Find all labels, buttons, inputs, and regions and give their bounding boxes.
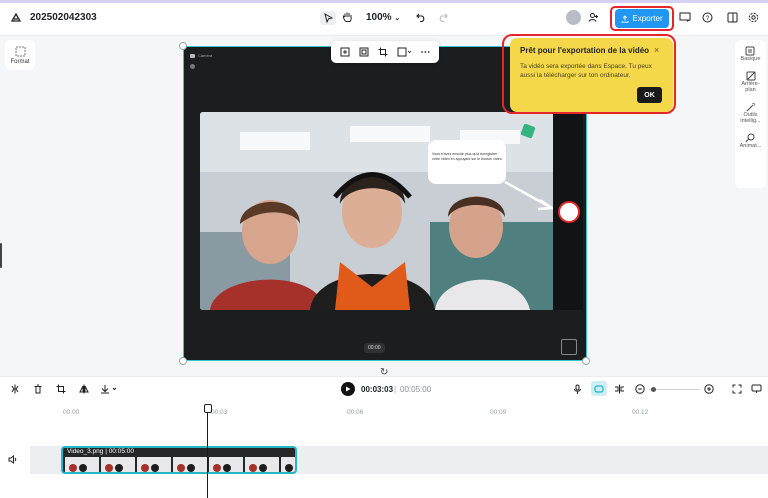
chevron-down-icon: ⌄ [394,15,401,22]
camera-icon [190,53,195,58]
webcam-photo: Vous n'avez ensuite plus qu'à enregistre… [200,112,554,310]
background-icon [746,71,756,81]
play-icon [345,386,351,392]
zoom-in-icon[interactable] [704,384,714,394]
zoom-slider-thumb[interactable] [651,387,656,392]
total-time: 00:05:00 [400,385,432,394]
upload-icon [621,14,629,23]
zoom-out-icon[interactable] [635,384,645,394]
sliders-icon [745,46,755,56]
panel-toggle-icon[interactable] [727,12,738,23]
crop-frame-icon[interactable] [340,47,350,57]
delete-icon[interactable] [33,384,43,394]
present-icon[interactable] [679,12,691,23]
resize-handle-bottom-right[interactable] [582,357,590,365]
format-icon [15,46,26,57]
avatar[interactable] [566,10,581,25]
panel-item-arriere-plan[interactable]: Arrière-plan [737,71,765,94]
time-separator: | [394,385,397,394]
crop-icon[interactable] [378,47,388,57]
format-panel-button[interactable]: Format [5,40,35,70]
download-icon[interactable] [100,384,118,394]
export-label: Exporter [632,14,663,23]
tooltip-body: Ta vidéo sera exportée dans Espace. Tu p… [520,63,652,79]
resize-handle-bottom-left[interactable] [179,357,187,365]
zoom-slider-track[interactable] [649,389,700,390]
select-tool-icon[interactable] [320,11,336,25]
project-title[interactable]: 202502042303 [30,12,97,23]
panel-item-basique[interactable]: Basique [740,46,761,63]
split-icon[interactable] [10,384,20,394]
export-button[interactable]: Exporter [615,9,669,28]
redo-icon[interactable] [438,12,448,22]
left-drawer-handle[interactable] [0,243,2,268]
resize-handle-top-left[interactable] [179,42,187,50]
format-label: Format [10,58,30,65]
speech-bubble-text: Vous n'avez ensuite plus qu'à enregistre… [432,152,502,161]
video-time-badge: 00:00 [364,343,385,353]
timeline-tick: 00:03 [211,409,228,416]
monitor-icon[interactable] [751,384,762,394]
undo-icon[interactable] [416,12,426,22]
record-dot [190,64,195,69]
timeline-tick: 00:09 [490,409,507,416]
capture-frame-icon [561,339,577,355]
timeline-tick: 00:00 [63,409,80,416]
magic-wand-icon [746,102,756,112]
panel-item-label: Arrière-plan [741,80,760,94]
more-options-icon[interactable]: ⋯ [420,47,430,58]
current-time: 00:03:03 [361,385,394,394]
crop-tool-icon[interactable] [56,384,66,394]
record-button-highlight[interactable] [558,201,580,223]
recording-header: Caméra [190,53,212,58]
zoom-value: 100% [366,12,392,23]
layout-icon[interactable] [397,47,412,57]
tooltip-ok-button[interactable]: OK [637,87,662,103]
play-button[interactable] [341,382,355,396]
help-icon[interactable]: ? [702,12,713,23]
timeline-tick: 00:12 [632,409,649,416]
tooltip-title: Prêt pour l'exportation de la vidéo [520,46,650,55]
panel-item-animation[interactable]: Animat... [739,133,762,150]
settings-gear-icon[interactable] [748,12,759,23]
clip-label: Video_3.png | 00:05:00 [67,448,134,455]
panel-item-label: Basique [740,56,761,62]
animation-icon [745,133,755,143]
add-user-icon[interactable] [588,12,599,23]
flip-icon[interactable] [79,384,89,394]
timeline-tick: 00:06 [347,409,364,416]
fit-icon[interactable] [359,47,369,57]
panel-item-label: Outils intellig... [740,111,761,125]
floating-toolbar: ⋯ [331,41,439,63]
split-view-icon[interactable] [614,384,625,394]
volume-icon[interactable] [8,455,18,464]
microphone-icon[interactable] [573,384,582,395]
playhead-line[interactable] [207,404,208,498]
magnet-snap-icon[interactable] [591,381,607,396]
svg-text:?: ? [706,16,710,22]
panel-item-outils-intelligents[interactable]: Outils intellig... [737,102,765,125]
panel-item-label: Animat... [739,142,762,149]
top-accent-strip [0,0,768,3]
hand-tool-icon[interactable] [342,11,353,23]
logo-icon[interactable] [10,12,22,24]
close-icon[interactable]: × [654,45,659,55]
right-properties-panel: Basique Arrière-plan Outils intellig... … [735,40,766,188]
playhead-handle[interactable] [204,404,212,413]
recording-label: Caméra [198,53,213,58]
fullscreen-icon[interactable] [732,384,742,394]
zoom-level[interactable]: 100% ⌄ [366,12,400,23]
